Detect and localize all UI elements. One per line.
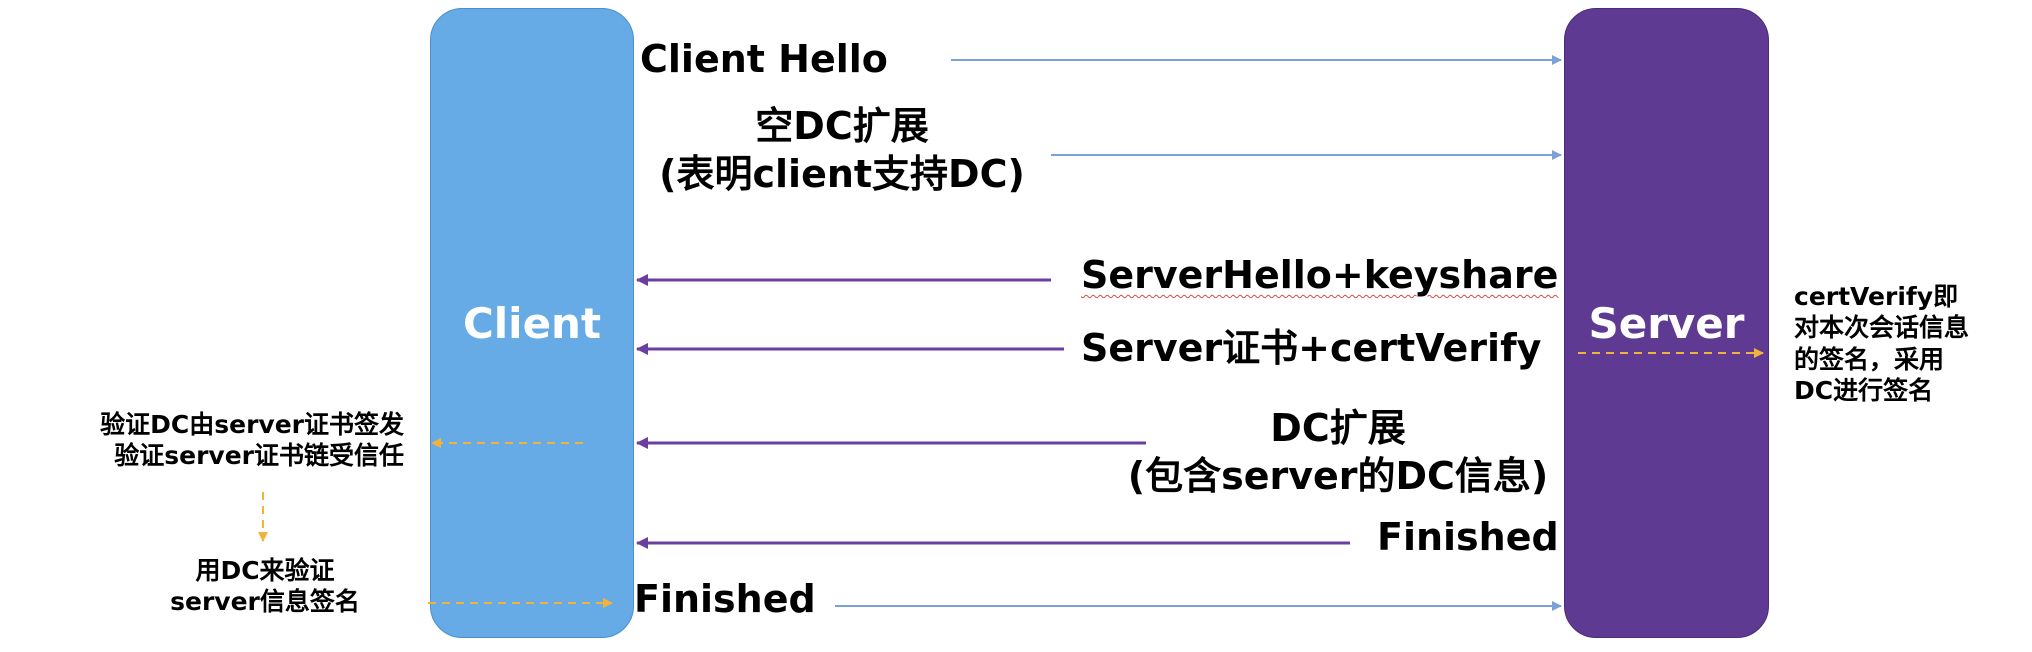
client-use-dc-line1: 用DC来验证 <box>195 556 335 585</box>
server-note-line1: certVerify即 <box>1794 282 1959 311</box>
msg-server-cert: Server证书+certVerify <box>1081 325 1541 373</box>
client-use-dc-line2: server信息签名 <box>170 587 360 617</box>
msg-empty-dc: 空DC扩展 (表明client支持DC) <box>642 103 1042 198</box>
msg-empty-dc-line1: 空DC扩展 <box>755 104 929 148</box>
msg-server-cert-text: Server证书+certVerify <box>1081 326 1542 370</box>
msg-server-finished: Finished <box>1377 515 1559 559</box>
msg-dc-ext-line2: (包含server的DC信息) <box>1127 453 1549 498</box>
client-verify-note: 验证DC由server证书签发 验证server证书链受信任 <box>4 409 404 472</box>
client-use-dc-note: 用DC来验证 server信息签名 <box>140 555 390 618</box>
msg-empty-dc-line2: (表明client支持DC) <box>659 151 1025 196</box>
server-note: certVerify即 对本次会话信息 的签名，采用 DC进行签名 <box>1794 281 1969 406</box>
client-verify-line1: 验证DC由server证书签发 <box>100 410 404 439</box>
client-verify-line2: 验证server证书链受信任 <box>114 441 404 471</box>
msg-server-hello: ServerHello+keyshare <box>1081 253 1559 297</box>
server-note-line3: 的签名，采用 <box>1794 344 1945 374</box>
msg-client-finished: Finished <box>634 577 816 621</box>
msg-dc-ext-line1: DC扩展 <box>1270 406 1406 450</box>
msg-client-hello: Client Hello <box>640 37 888 81</box>
server-note-line2: 对本次会话信息 <box>1794 313 1970 343</box>
msg-dc-ext: DC扩展 (包含server的DC信息) <box>1108 405 1568 500</box>
server-note-line4: DC进行签名 <box>1794 375 1934 405</box>
